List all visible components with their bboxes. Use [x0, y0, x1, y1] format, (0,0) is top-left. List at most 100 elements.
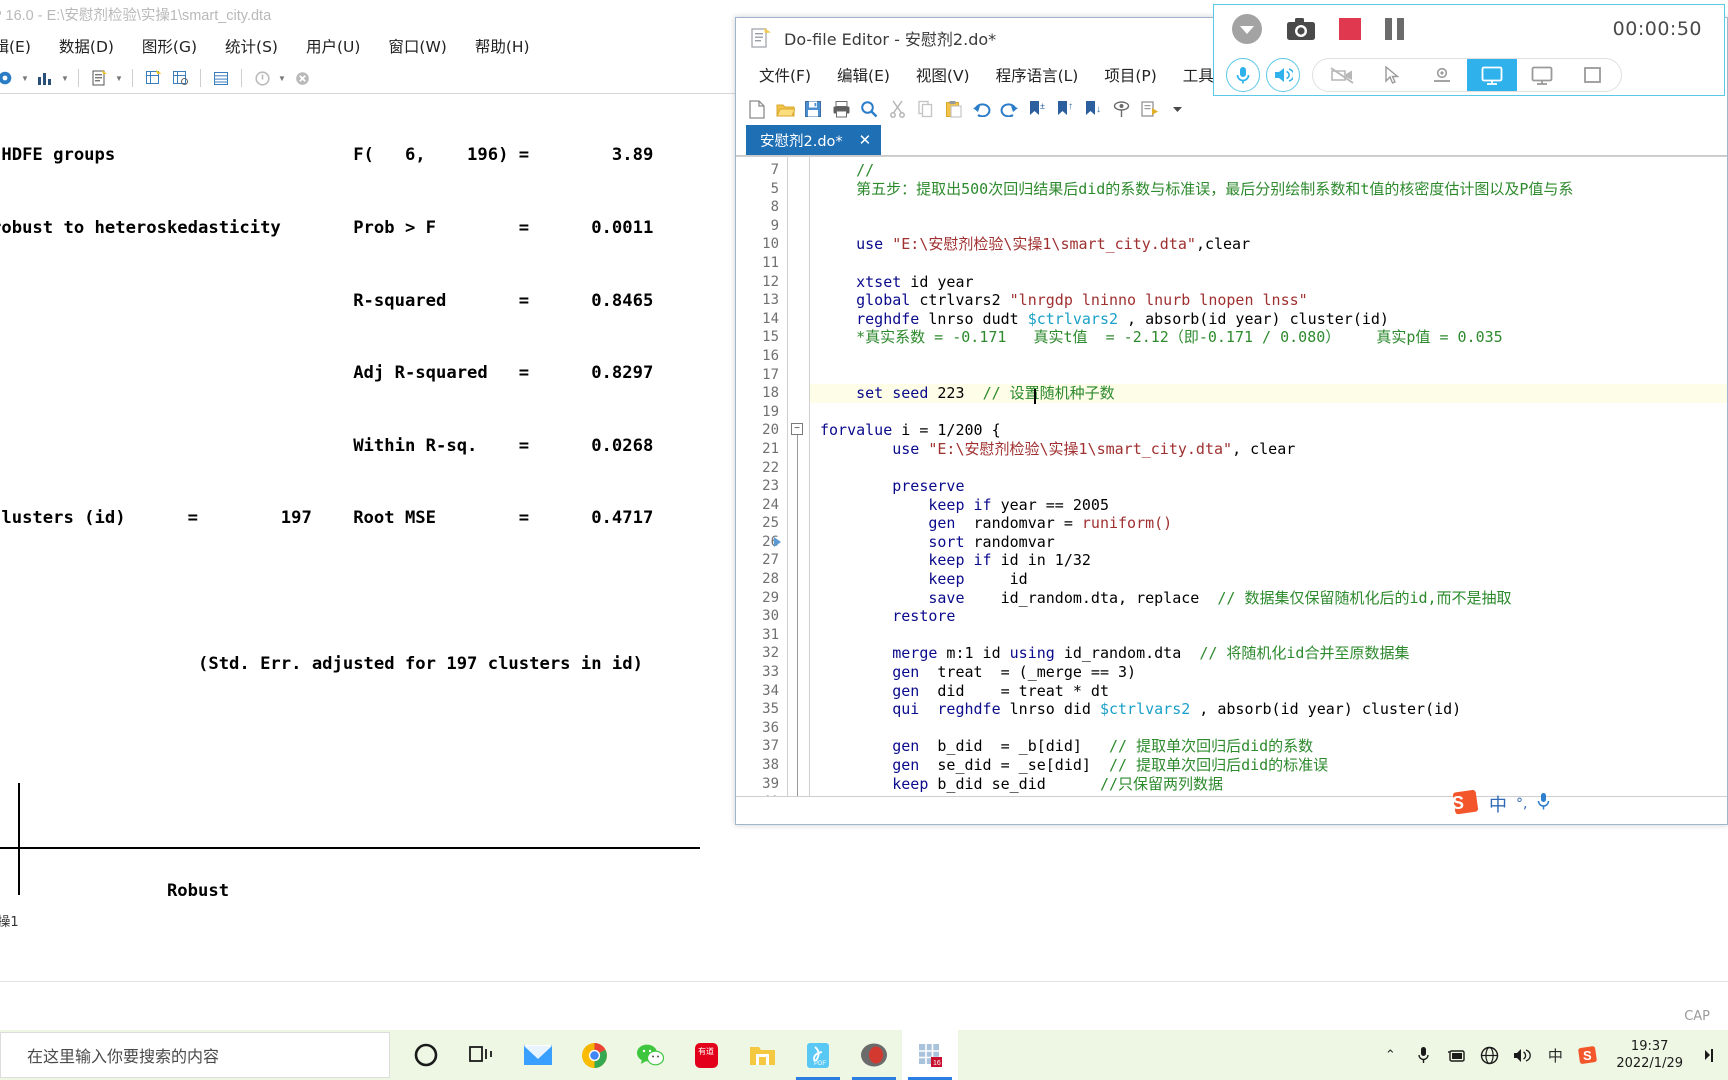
open-folder-icon[interactable]	[772, 97, 798, 121]
code-line[interactable]: gen treat = (_merge == 3)	[810, 663, 1727, 682]
collapse-icon[interactable]	[1230, 12, 1264, 46]
system-tray[interactable]: ⌃ 中 S 19:37 2022/1/29	[1379, 1038, 1728, 1072]
code-line[interactable]	[810, 366, 1727, 385]
new-file-icon[interactable]	[744, 97, 770, 121]
stata-menu-help[interactable]: 帮助(H)	[461, 33, 544, 59]
code-line[interactable]: 第五步：提取出500次回归结果后did的系数与标准误，最后分别绘制系数和t值的核…	[810, 180, 1727, 199]
monitor-icon[interactable]	[1517, 59, 1567, 91]
de-menu-edit[interactable]: 编辑(E)	[824, 62, 903, 88]
undo-icon[interactable]	[968, 97, 994, 121]
bookmark-prev-icon[interactable]: ↑	[1052, 97, 1078, 121]
code-line[interactable]: sort randomvar	[810, 533, 1727, 552]
code-line[interactable]	[810, 626, 1727, 645]
view-data-icon[interactable]	[0, 67, 17, 89]
save-icon[interactable]	[800, 97, 826, 121]
tablet-icon[interactable]	[1445, 1044, 1467, 1066]
dropdown-caret-icon[interactable]	[1164, 97, 1190, 121]
windows-taskbar[interactable]: 在这里输入你要搜索的内容 有道 PDF 16 ⌃ 中 S 19:37 2022/…	[0, 1030, 1728, 1080]
ime-microphone-icon[interactable]	[1536, 792, 1551, 816]
stata-toolbar[interactable]: ▼ ▼ ▼ ▼	[0, 63, 740, 94]
chevron-down-icon[interactable]: ▼	[20, 74, 30, 83]
stata-icon[interactable]: 16	[902, 1030, 958, 1080]
code-line[interactable]: keep id	[810, 570, 1727, 589]
sogou-icon[interactable]: S	[1577, 1044, 1599, 1066]
stata-menu-statistics[interactable]: 统计(S)	[211, 33, 292, 59]
de-menu-language[interactable]: 程序语言(L)	[983, 62, 1092, 88]
find-icon[interactable]	[856, 97, 882, 121]
stata-menu-window[interactable]: 窗口(W)	[374, 33, 460, 59]
code-line[interactable]: xtset id year	[810, 273, 1727, 292]
folder-icon[interactable]	[734, 1030, 790, 1080]
code-line[interactable]: *真实系数 = -0.171 真实t值 = -2.12（即-0.171 / 0.…	[810, 328, 1727, 347]
code-line[interactable]: keep if year == 2005	[810, 496, 1727, 515]
stata-menu-user[interactable]: 用户(U)	[292, 33, 374, 59]
sogou-ime-floating-bar[interactable]: S 中 °,	[1452, 786, 1572, 822]
redo-icon[interactable]	[996, 97, 1022, 121]
taskbar-app-buttons[interactable]: 有道 PDF 16	[398, 1030, 958, 1080]
screen-icon[interactable]	[1467, 59, 1517, 91]
bookmark-next-icon[interactable]: ↓	[1080, 97, 1106, 121]
code-line[interactable]: gen b_did = _b[did] // 提取单次回归后did的系数	[810, 737, 1727, 756]
chrome-icon[interactable]	[566, 1030, 622, 1080]
task-view-icon[interactable]	[454, 1030, 510, 1080]
search-input[interactable]: 在这里输入你要搜索的内容	[0, 1032, 390, 1078]
stop-icon[interactable]	[1338, 17, 1362, 41]
code-line[interactable]	[810, 198, 1727, 217]
stata-menu-edit[interactable]: 编辑(E)	[0, 33, 45, 59]
print-icon[interactable]	[828, 97, 854, 121]
ime-mode-label[interactable]: 中	[1489, 791, 1507, 817]
code-line[interactable]	[810, 403, 1727, 422]
mail-icon[interactable]	[510, 1030, 566, 1080]
ime-punct-label[interactable]: °,	[1516, 796, 1527, 812]
preview-icon[interactable]	[1108, 97, 1134, 121]
stata-results-pane[interactable]: g 2 HDFE groups F( 6, 196) = 3.89 cs rob…	[0, 95, 740, 905]
pause-icon[interactable]	[1384, 17, 1406, 41]
pdf-icon[interactable]: PDF	[790, 1030, 846, 1080]
code-line[interactable]: global ctrlvars2 "lnrgdp lninno lnurb ln…	[810, 291, 1727, 310]
chevron-down-icon[interactable]: ▼	[114, 74, 124, 83]
code-line[interactable]	[810, 347, 1727, 366]
recorder-source-controls[interactable]	[1214, 53, 1724, 97]
recorder-main-controls[interactable]: 00:00:50	[1214, 5, 1724, 53]
code-line[interactable]	[810, 459, 1727, 478]
recorder-icon[interactable]	[846, 1030, 902, 1080]
code-line[interactable]: forvalue i = 1/200 {	[810, 421, 1727, 440]
sogou-logo-icon[interactable]: S	[1452, 788, 1480, 821]
code-line[interactable]	[810, 719, 1727, 738]
stata-menubar[interactable]: 编辑(E) 数据(D) 图形(G) 统计(S) 用户(U) 窗口(W) 帮助(H…	[0, 30, 740, 62]
do-editor-toolbar[interactable]: ± ↑ ↓	[736, 92, 1727, 126]
code-editor-area[interactable]: 7 5 8 9 10 11 12 13 14 15 16 17 18 19 20 21 22 23 24 25 26 27…	[736, 156, 1727, 796]
code-line[interactable]: keep b_did se_did //只保留两列数据	[810, 775, 1727, 794]
screen-recorder-toolbar[interactable]: 00:00:50	[1213, 4, 1725, 96]
speaker-icon[interactable]	[1266, 58, 1300, 92]
chevron-up-icon[interactable]: ⌃	[1379, 1044, 1401, 1066]
volume-icon[interactable]	[1511, 1044, 1533, 1066]
variables-manager-icon[interactable]	[209, 67, 233, 89]
do-file-editor-icon[interactable]	[87, 67, 111, 89]
cortana-icon[interactable]	[398, 1030, 454, 1080]
code-line[interactable]: use "E:\安慰剂检验\实操1\smart_city.dta", clear	[810, 440, 1727, 459]
paste-icon[interactable]	[940, 97, 966, 121]
code-line[interactable]: gen randomvar = runiform()	[810, 514, 1727, 533]
code-line[interactable]: qui reghdfe lnrso did $ctrlvars2 , absor…	[810, 700, 1727, 719]
camera-icon[interactable]	[1286, 17, 1316, 41]
microphone-icon[interactable]	[1226, 58, 1260, 92]
code-line[interactable]: preserve	[810, 477, 1727, 496]
data-editor-icon[interactable]	[141, 67, 165, 89]
code-line[interactable]: merge m:1 id using id_random.dta // 将随机化…	[810, 644, 1727, 663]
de-menu-view[interactable]: 视图(V)	[903, 62, 983, 88]
code-fold-margin[interactable]: −	[774, 157, 810, 796]
code-line[interactable]: use "E:\安慰剂检验\实操1\smart_city.dta",clear	[810, 235, 1727, 254]
webcam-icon[interactable]	[1417, 59, 1467, 91]
network-icon[interactable]	[1478, 1044, 1500, 1066]
window-icon[interactable]	[1567, 59, 1617, 91]
taskbar-clock[interactable]: 19:37 2022/1/29	[1610, 1038, 1689, 1072]
break-icon[interactable]	[290, 67, 314, 89]
microphone-icon[interactable]	[1412, 1044, 1434, 1066]
stata-menu-data[interactable]: 数据(D)	[45, 33, 128, 59]
stata-menu-graphics[interactable]: 图形(G)	[128, 33, 211, 59]
data-browser-icon[interactable]	[168, 67, 192, 89]
code-line[interactable]: keep if id in 1/32	[810, 551, 1727, 570]
code-line[interactable]: set seed 223 // 设置随机种子数	[810, 384, 1727, 403]
do-editor-tabstrip[interactable]: 安慰剂2.do* ✕	[736, 125, 1727, 156]
